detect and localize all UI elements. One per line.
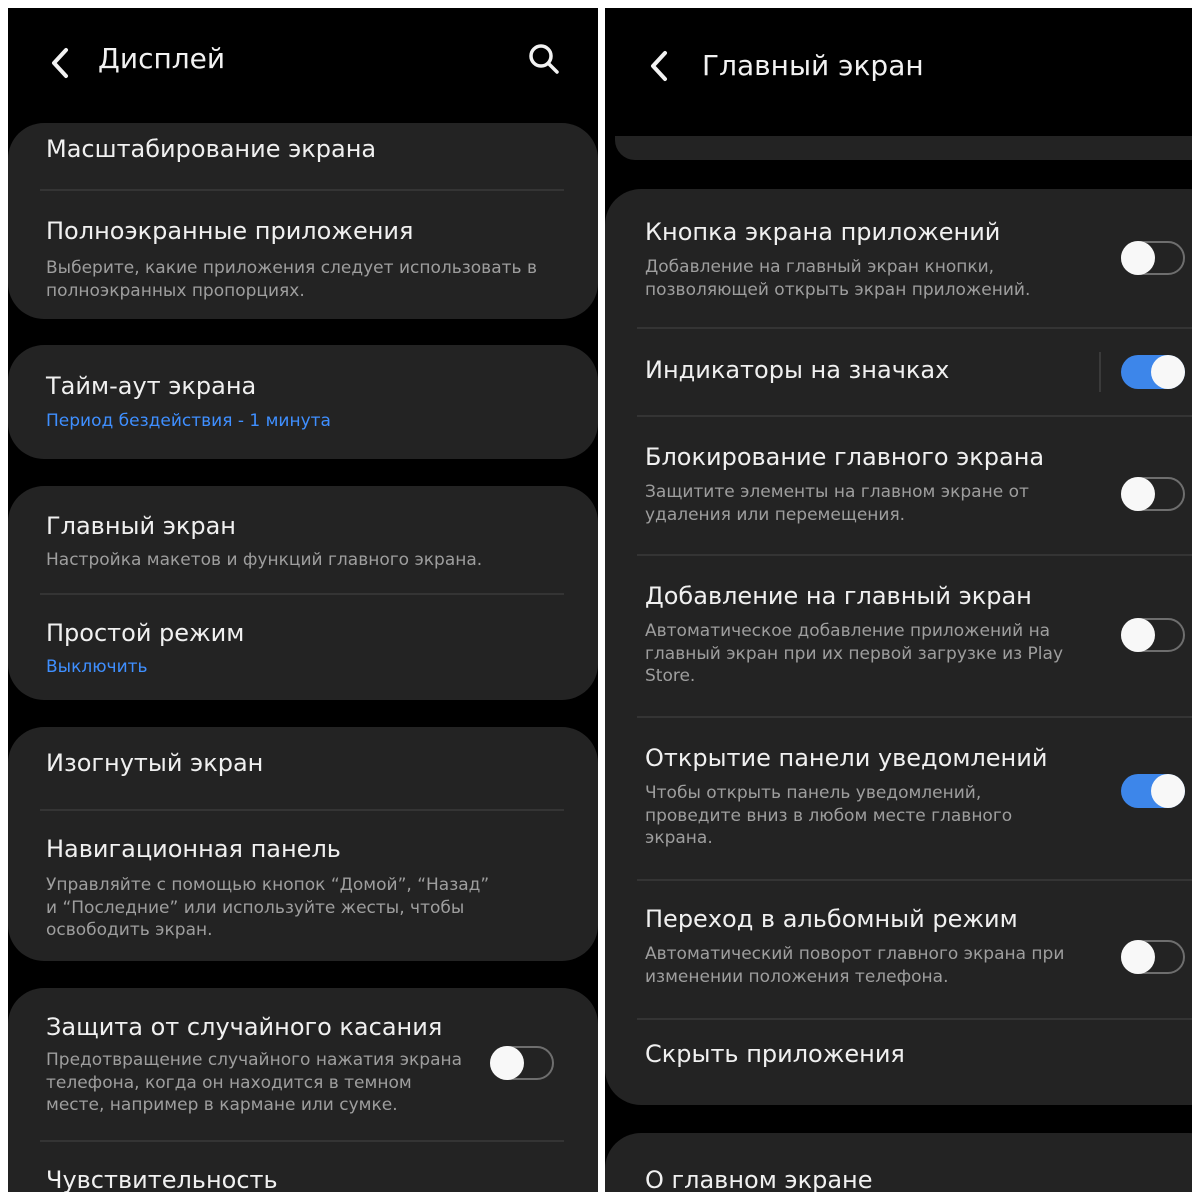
setting-title: Изогнутый экран: [46, 749, 264, 777]
toggle-knob: [1121, 940, 1155, 974]
toggle-switch[interactable]: [490, 1046, 554, 1080]
page-title: Дисплей: [98, 42, 226, 75]
setting-notification-panel[interactable]: Открытие панели уведомлений Чтобы открыт…: [605, 718, 1192, 878]
setting-edge-screen[interactable]: Изогнутый экран: [8, 727, 598, 809]
setting-title: Защита от случайного касания: [46, 1013, 443, 1041]
setting-subtitle: Автоматическое добавление приложений на …: [645, 621, 1064, 686]
setting-title: Чувствительность: [46, 1166, 278, 1192]
vertical-separator: [1099, 352, 1101, 392]
home-screen-settings-screen: Главный экран Кнопка экрана приложений Д…: [605, 8, 1192, 1192]
chevron-left-icon[interactable]: [46, 45, 74, 81]
toggle-knob: [1121, 618, 1155, 652]
settings-group: Тайм-аут экрана Период бездействия - 1 м…: [8, 345, 598, 459]
setting-title: Простой режим: [46, 619, 245, 647]
setting-title: Добавление на главный экран: [645, 582, 1032, 610]
setting-home-screen[interactable]: Главный экран Настройка макетов и функци…: [8, 486, 598, 594]
collapsed-card-edge: [615, 136, 1192, 160]
setting-sensitivity[interactable]: Чувствительность: [8, 1142, 598, 1192]
setting-title: Переход в альбомный режим: [645, 905, 1018, 933]
setting-title: Навигационная панель: [46, 835, 341, 863]
settings-group: Защита от случайного касания Предотвраще…: [8, 988, 598, 1192]
settings-group: Главный экран Настройка макетов и функци…: [8, 486, 598, 700]
setting-lock-home-screen[interactable]: Блокирование главного экрана Защитите эл…: [605, 417, 1192, 555]
setting-title: Главный экран: [46, 512, 236, 540]
settings-group: Масштабирование экрана Полноэкранные при…: [8, 123, 598, 319]
setting-value: Период бездействия - 1 минута: [46, 411, 331, 431]
setting-title: О главном экране: [645, 1166, 873, 1192]
setting-subtitle: Настройка макетов и функций главного экр…: [46, 550, 483, 570]
toggle-knob: [1121, 477, 1155, 511]
setting-subtitle: Предотвращение случайного нажатия экрана…: [46, 1050, 463, 1115]
toggle-switch[interactable]: [1121, 774, 1185, 808]
chevron-left-icon[interactable]: [645, 48, 673, 84]
setting-apps-button[interactable]: Кнопка экрана приложений Добавление на г…: [605, 189, 1192, 327]
setting-about-home-screen[interactable]: О главном экране: [605, 1133, 1192, 1192]
setting-title: Скрыть приложения: [645, 1040, 905, 1068]
app-bar: Главный экран: [605, 8, 1192, 118]
setting-icon-badges[interactable]: Индикаторы на значках: [605, 329, 1192, 415]
setting-landscape-mode[interactable]: Переход в альбомный режим Автоматический…: [605, 881, 1192, 1019]
setting-navigation-bar[interactable]: Навигационная панель Управляйте с помощь…: [8, 811, 598, 961]
setting-screen-zoom[interactable]: Масштабирование экрана: [8, 123, 598, 193]
setting-subtitle: Чтобы открыть панель уведомлений, провед…: [645, 783, 1013, 848]
toggle-knob: [1151, 355, 1185, 389]
setting-value: Выключить: [46, 657, 148, 677]
setting-subtitle: Управляйте с помощью кнопок “Домой”, “На…: [46, 875, 490, 940]
search-icon[interactable]: [526, 41, 562, 77]
setting-accidental-touch-protection[interactable]: Защита от случайного касания Предотвраще…: [8, 988, 598, 1140]
setting-title: Масштабирование экрана: [46, 135, 377, 163]
setting-screen-timeout[interactable]: Тайм-аут экрана Период бездействия - 1 м…: [8, 345, 598, 459]
toggle-switch[interactable]: [1121, 618, 1185, 652]
setting-title: Блокирование главного экрана: [645, 443, 1045, 471]
toggle-switch[interactable]: [1121, 241, 1185, 275]
toggle-knob: [1121, 241, 1155, 275]
setting-title: Тайм-аут экрана: [46, 372, 257, 400]
toggle-switch[interactable]: [1121, 355, 1185, 389]
setting-fullscreen-apps[interactable]: Полноэкранные приложения Выберите, какие…: [8, 191, 598, 319]
setting-easy-mode[interactable]: Простой режим Выключить: [8, 595, 598, 700]
settings-group: О главном экране: [605, 1133, 1192, 1192]
setting-subtitle: Добавление на главный экран кнопки, позв…: [645, 257, 1031, 300]
setting-title: Полноэкранные приложения: [46, 217, 414, 245]
page-title: Главный экран: [702, 49, 924, 82]
setting-subtitle: Выберите, какие приложения следует испол…: [46, 258, 537, 301]
toggle-knob: [490, 1046, 524, 1080]
settings-group: Изогнутый экран Навигационная панель Упр…: [8, 727, 598, 961]
toggle-knob: [1151, 774, 1185, 808]
display-settings-screen: Дисплей Масштабирование экрана Полноэкра…: [8, 8, 598, 1192]
toggle-switch[interactable]: [1121, 477, 1185, 511]
setting-subtitle: Автоматический поворот главного экрана п…: [645, 944, 1065, 987]
setting-add-to-home-screen[interactable]: Добавление на главный экран Автоматическ…: [605, 556, 1192, 716]
toggle-switch[interactable]: [1121, 940, 1185, 974]
app-bar: Дисплей: [8, 8, 598, 118]
setting-hide-apps[interactable]: Скрыть приложения: [605, 1020, 1192, 1105]
setting-subtitle: Защитите элементы на главном экране от у…: [645, 482, 1029, 525]
setting-title: Индикаторы на значках: [645, 356, 950, 384]
setting-title: Кнопка экрана приложений: [645, 218, 1001, 246]
setting-title: Открытие панели уведомлений: [645, 744, 1048, 772]
settings-group: Кнопка экрана приложений Добавление на г…: [605, 189, 1192, 1105]
